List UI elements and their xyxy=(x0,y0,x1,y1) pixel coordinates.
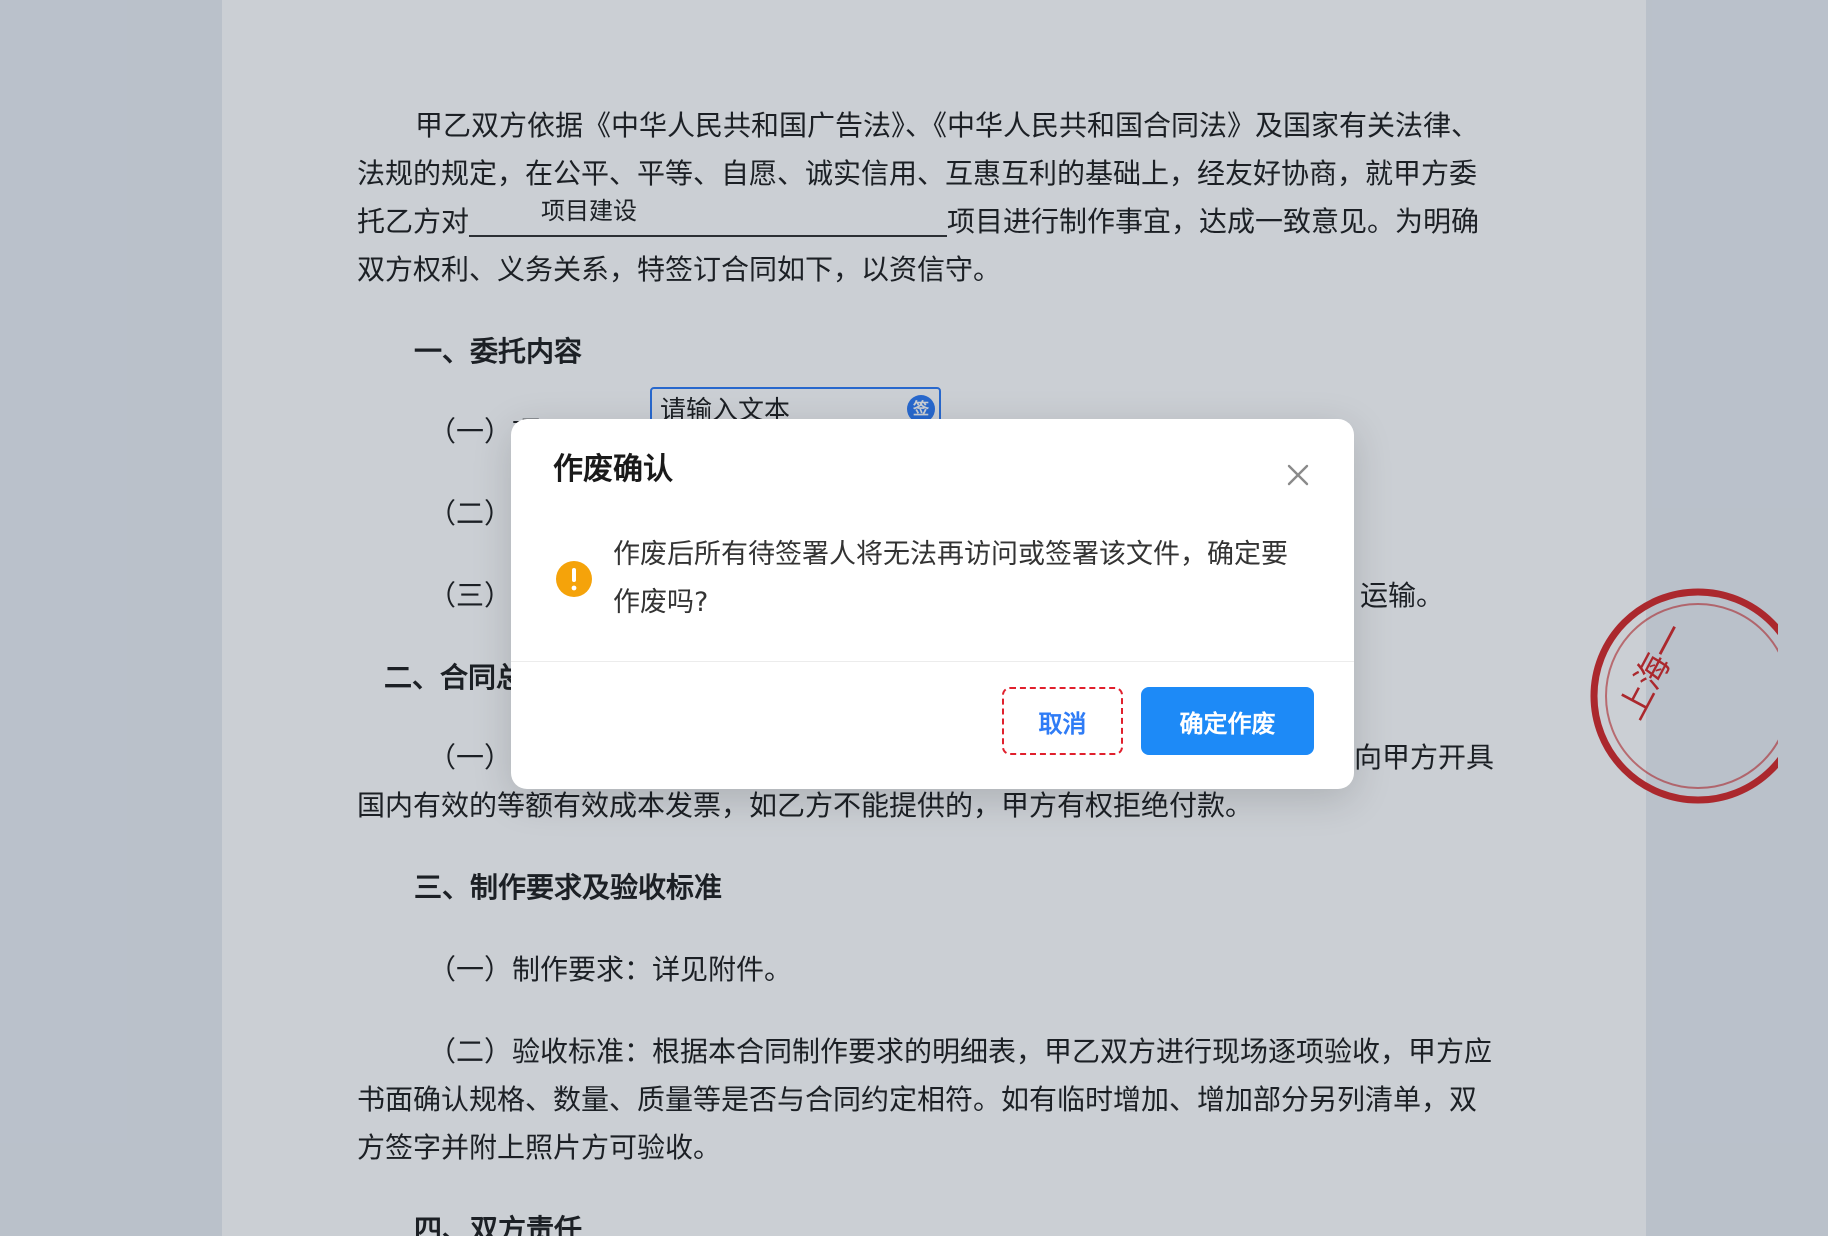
dialog-divider xyxy=(511,661,1354,662)
warning-icon xyxy=(556,561,592,597)
confirm-void-button[interactable]: 确定作废 xyxy=(1141,687,1314,755)
void-confirm-dialog: 作废确认 作废后所有待签署人将无法再访问或签署该文件，确定要作废吗? 取消 确定… xyxy=(511,419,1354,789)
dialog-title: 作废确认 xyxy=(553,452,673,487)
dialog-message: 作废后所有待签署人将无法再访问或签署该文件，确定要作废吗? xyxy=(613,539,1288,618)
close-icon[interactable] xyxy=(1284,461,1312,489)
cancel-button[interactable]: 取消 xyxy=(1002,687,1123,755)
